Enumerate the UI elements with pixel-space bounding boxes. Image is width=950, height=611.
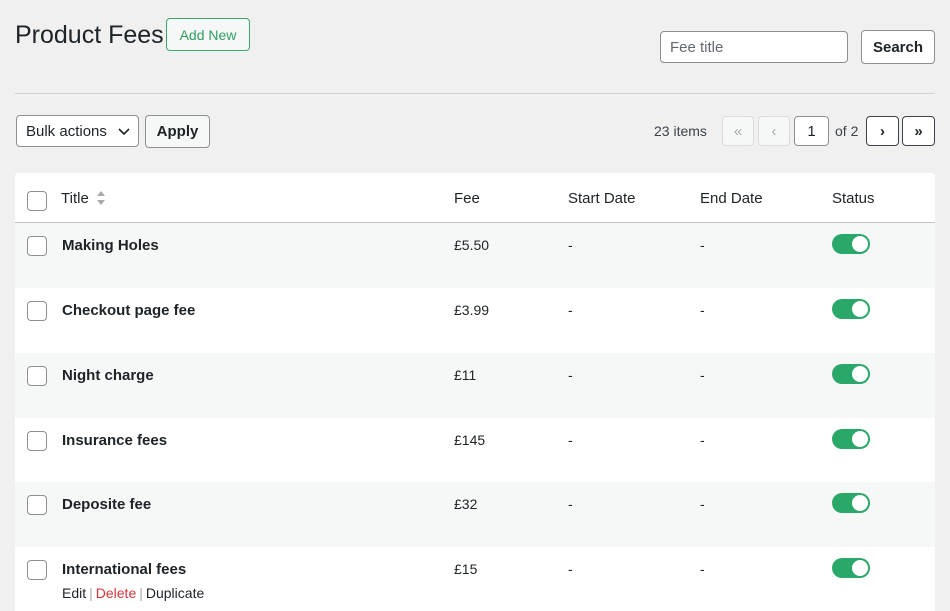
prev-page-button: ‹ — [758, 116, 790, 146]
fees-table: Title Fee Start Date End Date Status Mak… — [15, 173, 935, 611]
row-title[interactable]: Making Holes — [62, 237, 159, 254]
row-end-date: - — [700, 302, 705, 318]
row-fee: £3.99 — [454, 302, 490, 318]
column-fee: Fee — [454, 190, 480, 207]
row-fee: £5.50 — [454, 237, 490, 253]
action-separator: | — [89, 585, 93, 601]
next-page-button[interactable]: › — [866, 116, 899, 146]
bulk-actions-select[interactable]: Bulk actions — [16, 115, 139, 147]
row-fee: £11 — [454, 367, 477, 383]
header-divider — [15, 93, 935, 94]
chevron-down-icon — [118, 128, 130, 136]
row-fee: £145 — [454, 432, 486, 448]
row-fee: £15 — [454, 561, 478, 577]
row-end-date: - — [700, 432, 705, 448]
table-row: Night charge £11 - - — [15, 353, 935, 418]
status-toggle[interactable] — [832, 299, 870, 319]
row-start-date: - — [568, 432, 573, 448]
row-start-date: - — [568, 367, 573, 383]
duplicate-link[interactable]: Duplicate — [146, 585, 204, 601]
row-checkbox[interactable] — [27, 495, 47, 515]
row-checkbox[interactable] — [27, 560, 47, 580]
column-start-date: Start Date — [568, 190, 636, 207]
row-end-date: - — [700, 367, 705, 383]
row-title[interactable]: Night charge — [62, 367, 154, 384]
action-separator: | — [139, 585, 143, 601]
row-title[interactable]: International fees — [62, 561, 186, 578]
table-row: Insurance fees £145 - - — [15, 418, 935, 483]
status-toggle[interactable] — [832, 429, 870, 449]
row-title[interactable]: Checkout page fee — [62, 302, 195, 319]
table-row: International fees £15 - - Edit | Delete | D… — [15, 547, 935, 611]
status-toggle[interactable] — [832, 364, 870, 384]
row-checkbox[interactable] — [27, 366, 47, 386]
fee-title-search-input[interactable] — [660, 31, 848, 63]
row-end-date: - — [700, 237, 705, 253]
last-page-button[interactable]: » — [902, 116, 935, 146]
bulk-actions-label: Bulk actions — [26, 122, 107, 140]
row-start-date: - — [568, 496, 573, 512]
row-start-date: - — [568, 561, 573, 577]
delete-link[interactable]: Delete — [96, 585, 136, 601]
row-title[interactable]: Insurance fees — [62, 432, 167, 449]
current-page-input[interactable]: 1 — [794, 116, 829, 146]
row-start-date: - — [568, 302, 573, 318]
row-actions: Edit | Delete | Duplicate — [62, 585, 204, 601]
add-new-button[interactable]: Add New — [166, 18, 250, 51]
status-toggle[interactable] — [832, 493, 870, 513]
page-title: Product Fees — [15, 21, 164, 49]
select-all-checkbox[interactable] — [27, 191, 47, 211]
table-row: Making Holes £5.50 - - — [15, 223, 935, 288]
column-title[interactable]: Title — [61, 190, 89, 207]
row-start-date: - — [568, 237, 573, 253]
table-row: Deposite fee £32 - - — [15, 482, 935, 547]
total-pages-label: of 2 — [835, 123, 859, 139]
row-checkbox[interactable] — [27, 301, 47, 321]
row-checkbox[interactable] — [27, 236, 47, 256]
status-toggle[interactable] — [832, 234, 870, 254]
items-count: 23 items — [654, 123, 707, 139]
apply-button[interactable]: Apply — [145, 115, 210, 148]
row-end-date: - — [700, 496, 705, 512]
table-header: Title Fee Start Date End Date Status — [15, 173, 935, 223]
edit-link[interactable]: Edit — [62, 585, 86, 601]
column-end-date: End Date — [700, 190, 763, 207]
table-row: Checkout page fee £3.99 - - — [15, 288, 935, 353]
column-status: Status — [832, 190, 875, 207]
row-fee: £32 — [454, 496, 478, 512]
row-end-date: - — [700, 561, 705, 577]
row-checkbox[interactable] — [27, 431, 47, 451]
sort-icon[interactable] — [96, 190, 106, 206]
status-toggle[interactable] — [832, 558, 870, 578]
row-title[interactable]: Deposite fee — [62, 496, 151, 513]
search-button[interactable]: Search — [861, 30, 935, 64]
first-page-button: « — [722, 116, 754, 146]
